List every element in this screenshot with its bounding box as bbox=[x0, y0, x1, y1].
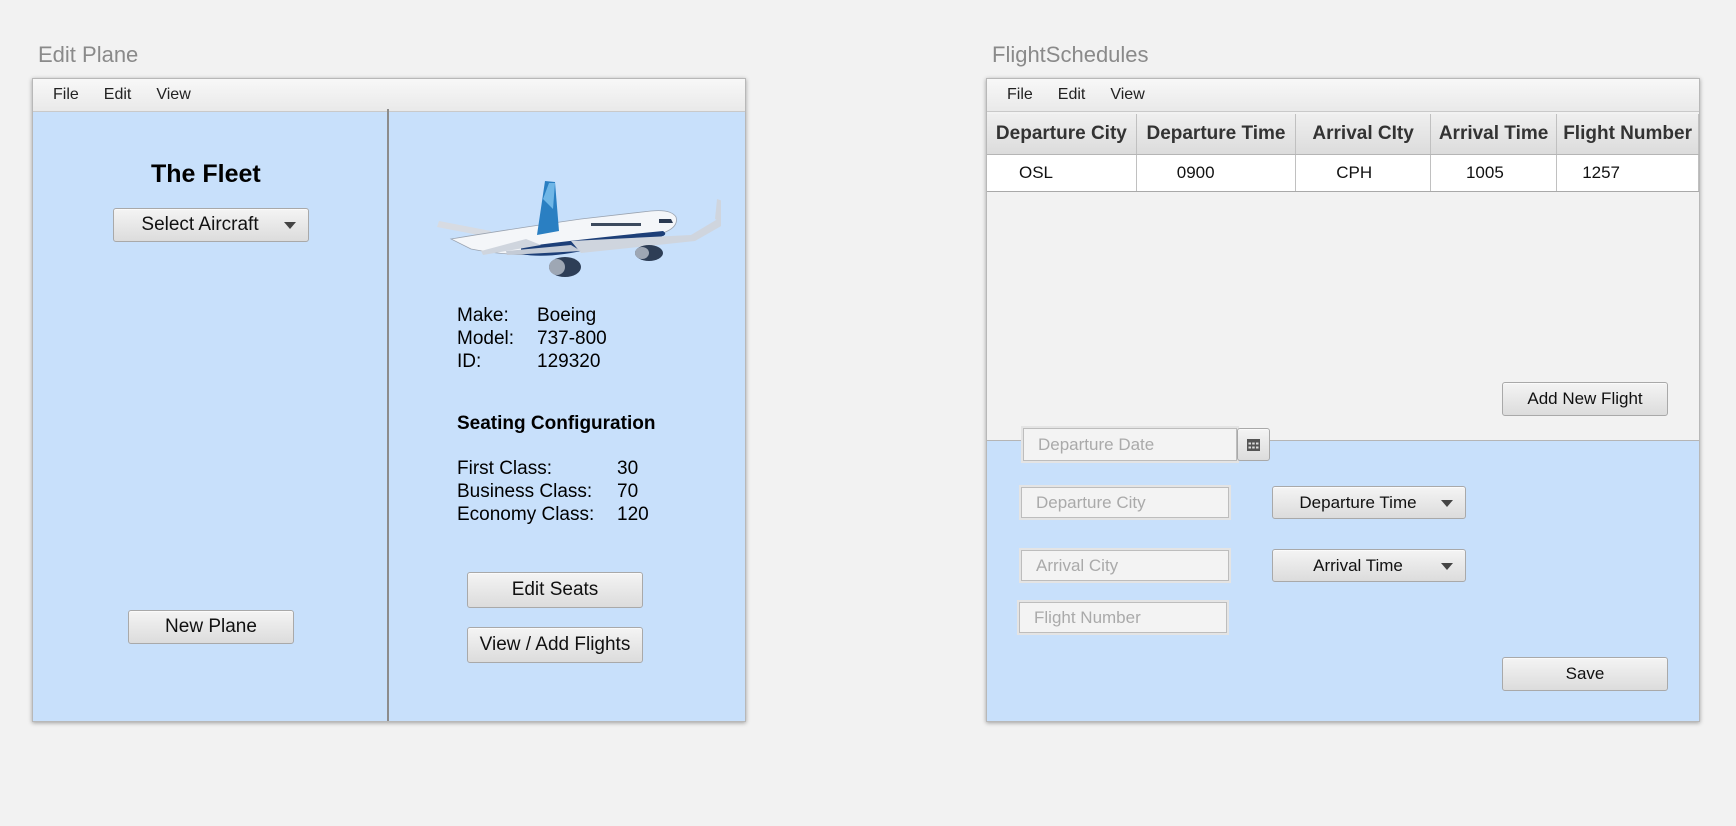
make-label: Make: bbox=[457, 305, 509, 326]
flight-number-placeholder: Flight Number bbox=[1034, 607, 1141, 627]
column-header-departure-time[interactable]: Departure Time bbox=[1136, 114, 1297, 155]
table-row[interactable]: OSL 0900 CPH 1005 1257 bbox=[987, 154, 1699, 192]
save-button[interactable]: Save bbox=[1502, 657, 1668, 691]
calendar-icon bbox=[1247, 438, 1260, 451]
make-value: Boeing bbox=[537, 305, 597, 326]
chevron-down-icon bbox=[1441, 562, 1453, 570]
view-add-flights-button[interactable]: View / Add Flights bbox=[467, 627, 643, 663]
business-class-label: Business Class: bbox=[457, 481, 593, 502]
new-plane-button[interactable]: New Plane bbox=[128, 610, 294, 644]
menu-file[interactable]: File bbox=[1007, 86, 1033, 104]
column-header-arrival-city[interactable]: Arrival CIty bbox=[1295, 114, 1431, 155]
arrival-time-dropdown[interactable]: Arrival Time bbox=[1272, 549, 1466, 582]
economy-class-label: Economy Class: bbox=[457, 504, 595, 525]
column-header-flight-number[interactable]: Flight Number bbox=[1556, 114, 1699, 155]
departure-city-field[interactable]: Departure City bbox=[1021, 487, 1229, 518]
edit-plane-window: File Edit View The Fleet Select Aircraft… bbox=[32, 78, 746, 722]
menu-edit[interactable]: Edit bbox=[104, 86, 132, 104]
cell-flight-number: 1257 bbox=[1556, 154, 1699, 192]
departure-date-placeholder: Departure Date bbox=[1038, 434, 1155, 454]
departure-time-dropdown[interactable]: Departure Time bbox=[1272, 486, 1466, 519]
airplane-image bbox=[437, 181, 721, 277]
first-class-value: 30 bbox=[617, 458, 639, 479]
departure-city-placeholder: Departure City bbox=[1036, 492, 1146, 512]
id-value: 129320 bbox=[537, 351, 601, 372]
edit-seats-button[interactable]: Edit Seats bbox=[467, 572, 643, 608]
cell-arrival-time: 1005 bbox=[1430, 154, 1558, 192]
arrival-city-field[interactable]: Arrival City bbox=[1021, 550, 1229, 581]
menu-view[interactable]: View bbox=[1110, 86, 1144, 104]
cell-departure-city: OSL bbox=[987, 154, 1137, 192]
panel-divider bbox=[387, 109, 389, 721]
first-class-label: First Class: bbox=[457, 458, 552, 479]
select-aircraft-label: Select Aircraft bbox=[141, 214, 259, 235]
chevron-down-icon bbox=[1441, 499, 1453, 507]
departure-date-field[interactable]: Departure Date bbox=[1023, 428, 1237, 461]
window-title-edit-plane: Edit Plane bbox=[38, 42, 139, 67]
menu-edit[interactable]: Edit bbox=[1058, 86, 1086, 104]
economy-class-value: 120 bbox=[617, 504, 649, 525]
menu-bar: File Edit View bbox=[987, 79, 1699, 112]
column-header-arrival-time[interactable]: Arrival Time bbox=[1430, 114, 1558, 155]
calendar-button[interactable] bbox=[1237, 428, 1270, 461]
departure-time-label: Departure Time bbox=[1299, 492, 1417, 512]
column-header-departure-city[interactable]: Departure City bbox=[987, 114, 1137, 155]
arrival-city-placeholder: Arrival City bbox=[1036, 555, 1119, 575]
cell-departure-time: 0900 bbox=[1136, 154, 1297, 192]
chevron-down-icon bbox=[284, 222, 296, 229]
menu-bar: File Edit View bbox=[33, 79, 745, 112]
seating-configuration-title: Seating Configuration bbox=[457, 413, 656, 434]
arrival-time-label: Arrival Time bbox=[1313, 555, 1403, 575]
fleet-title: The Fleet bbox=[151, 160, 261, 188]
select-aircraft-dropdown[interactable]: Select Aircraft bbox=[113, 208, 309, 242]
table-header-row: Departure City Departure Time Arrival CI… bbox=[987, 114, 1699, 155]
business-class-value: 70 bbox=[617, 481, 639, 502]
model-value: 737-800 bbox=[537, 328, 607, 349]
flight-number-field[interactable]: Flight Number bbox=[1019, 602, 1227, 633]
id-label: ID: bbox=[457, 351, 482, 372]
cell-arrival-city: CPH bbox=[1295, 154, 1431, 192]
add-new-flight-button[interactable]: Add New Flight bbox=[1502, 382, 1668, 416]
model-label: Model: bbox=[457, 328, 515, 349]
menu-view[interactable]: View bbox=[156, 86, 190, 104]
window-title-flight-schedules: FlightSchedules bbox=[992, 42, 1149, 67]
flight-schedule-table: Departure City Departure Time Arrival CI… bbox=[987, 114, 1699, 192]
menu-file[interactable]: File bbox=[53, 86, 79, 104]
